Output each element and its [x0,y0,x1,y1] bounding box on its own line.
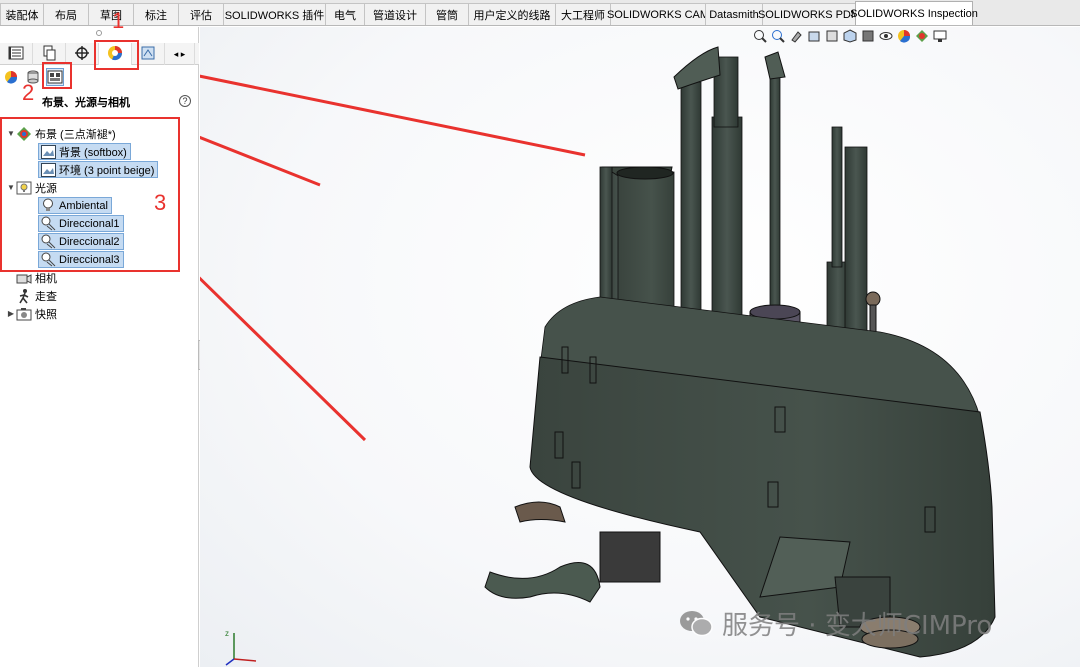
appearances-icon[interactable] [2,68,20,86]
tab-12[interactable]: Datasmith [705,3,763,25]
tree-node-snapshot[interactable]: ▶ 快照 [6,305,57,322]
help-icon[interactable]: ? [179,95,191,107]
tab-3[interactable]: 标注 [133,3,179,25]
expand-arrow-icon[interactable]: ▶ [6,309,16,318]
tab-11[interactable]: SOLIDWORKS CAM [607,3,709,25]
tab-0[interactable]: 装配体 [0,3,44,25]
scroll-left-icon: ◂ ▸ [173,48,186,59]
tab-10[interactable]: 大工程师 [555,3,611,25]
tab-2[interactable]: 草图 [88,3,134,25]
annotation-box-3 [0,117,180,272]
tab-6[interactable]: 电气 [325,3,365,25]
featuremanager-icon [8,46,24,63]
tab-14[interactable]: SOLIDWORKS Inspection [850,1,978,25]
tree-node-walkthrough[interactable]: 走查 [16,287,57,304]
graphics-area[interactable]: 服务号 · 变大师CIMPro z [200,27,1080,667]
annotation-number-3: 3 [154,190,167,215]
dimxpert-icon [140,45,156,64]
annotation-box-2 [42,62,72,89]
tab-4[interactable]: 评估 [178,3,224,25]
annotation-box-1 [94,40,139,70]
tab-1[interactable]: 布局 [43,3,89,25]
propertymanager-icon [41,45,57,64]
annotation-arrows [200,74,586,442]
pane-grip-handle[interactable] [96,30,102,36]
annotation-number-1: 1 [112,8,125,33]
tab-9[interactable]: 用户定义的线路 [468,3,556,25]
tree-label-snapshot: 快照 [35,308,57,321]
tree-label-walkthrough: 走查 [35,290,57,303]
tab-13[interactable]: SOLIDWORKS PDM [758,3,860,25]
tab-8[interactable]: 管筒 [425,3,469,25]
tab-5[interactable]: SOLIDWORKS 插件 [223,3,326,25]
command-manager-tabs: 装配体 布局 草图 标注 评估 SOLIDWORKS 插件 电气 管道设计 管筒 用户定义的线路大… [0,0,1080,26]
tab-7[interactable]: 管道设计 [364,3,426,25]
snapshot-camera-icon [16,306,32,322]
walkthrough-icon [16,288,32,304]
featuremanager-tab[interactable] [0,43,33,65]
annotation-number-2: 2 [22,80,35,105]
tab-scroll-arrows[interactable]: ◂ ▸ [165,43,195,65]
crosshair-icon [74,45,90,64]
pane-title: 布景、光源与相机 [42,97,130,109]
